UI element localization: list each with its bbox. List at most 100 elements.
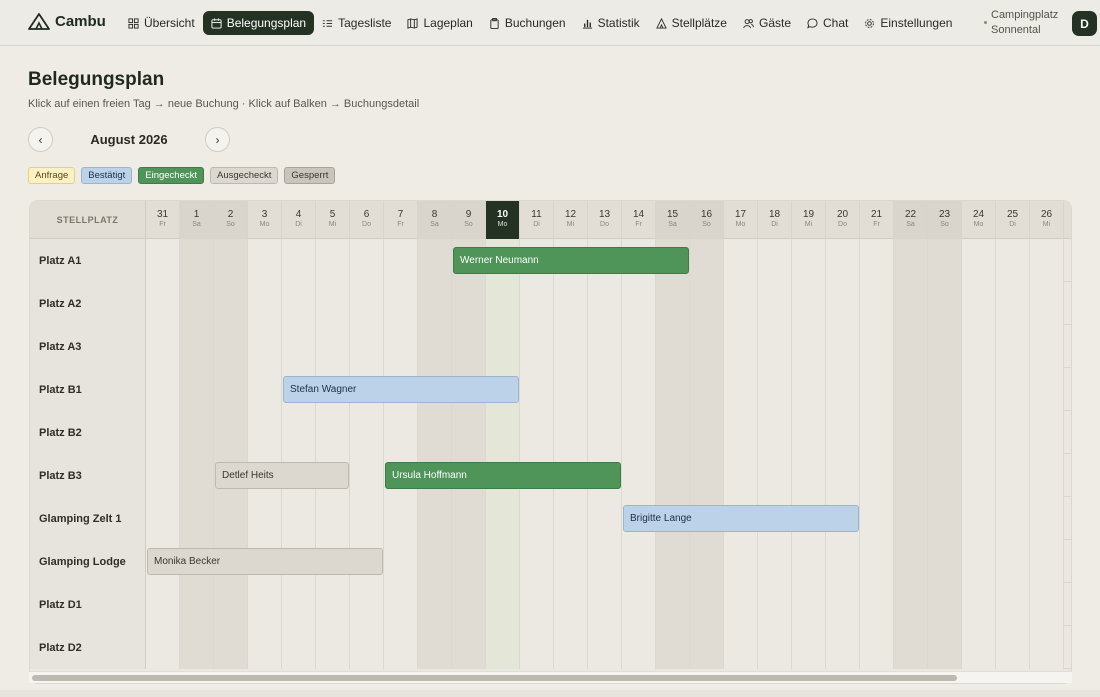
day-cell[interactable]: [656, 540, 690, 583]
day-cell[interactable]: [520, 626, 554, 669]
day-cell[interactable]: [486, 540, 520, 583]
day-cell[interactable]: [316, 282, 350, 325]
nav-item-3[interactable]: Tagesliste: [314, 11, 399, 35]
day-cell[interactable]: [146, 583, 180, 626]
day-cell[interactable]: [520, 540, 554, 583]
booking-bar[interactable]: Detlef Heits: [215, 462, 349, 489]
day-cell[interactable]: [418, 540, 452, 583]
day-cell[interactable]: [282, 282, 316, 325]
day-cell[interactable]: [690, 368, 724, 411]
day-cell[interactable]: [588, 626, 622, 669]
booking-bar[interactable]: Werner Neumann: [453, 247, 689, 274]
day-cell[interactable]: [928, 368, 962, 411]
day-cell[interactable]: [690, 583, 724, 626]
day-cell[interactable]: [996, 325, 1030, 368]
day-cell[interactable]: [214, 282, 248, 325]
day-cell[interactable]: [180, 282, 214, 325]
day-cell[interactable]: [146, 411, 180, 454]
day-cell[interactable]: [928, 454, 962, 497]
day-cell[interactable]: [860, 239, 894, 282]
day-cell[interactable]: [894, 626, 928, 669]
day-cell[interactable]: [146, 497, 180, 540]
day-cell[interactable]: [690, 239, 724, 282]
day-cell[interactable]: [1030, 411, 1064, 454]
day-cell[interactable]: [962, 497, 996, 540]
day-cell[interactable]: [418, 497, 452, 540]
day-cell[interactable]: [758, 239, 792, 282]
day-cell[interactable]: [588, 540, 622, 583]
day-cell[interactable]: [826, 454, 860, 497]
booking-bar[interactable]: Stefan Wagner: [283, 376, 519, 403]
day-cell[interactable]: [622, 368, 656, 411]
day-cell[interactable]: [214, 626, 248, 669]
day-cell[interactable]: [996, 411, 1030, 454]
day-cell[interactable]: [486, 497, 520, 540]
day-cell[interactable]: [894, 497, 928, 540]
day-cell[interactable]: [384, 497, 418, 540]
day-cell[interactable]: [418, 411, 452, 454]
day-cell[interactable]: [282, 583, 316, 626]
day-cell[interactable]: [656, 626, 690, 669]
day-cell[interactable]: [996, 368, 1030, 411]
day-cell[interactable]: [860, 497, 894, 540]
app-logo[interactable]: Cambu: [28, 12, 106, 30]
day-cell[interactable]: [826, 626, 860, 669]
day-cell[interactable]: [894, 583, 928, 626]
day-cell[interactable]: [860, 583, 894, 626]
day-cell[interactable]: [554, 583, 588, 626]
day-cell[interactable]: [384, 583, 418, 626]
day-cell[interactable]: [486, 626, 520, 669]
day-cell[interactable]: [452, 411, 486, 454]
day-cell[interactable]: [214, 368, 248, 411]
day-cell[interactable]: [248, 411, 282, 454]
day-cell[interactable]: [452, 282, 486, 325]
day-cell[interactable]: [792, 239, 826, 282]
day-cell[interactable]: [248, 368, 282, 411]
day-cell[interactable]: [180, 583, 214, 626]
day-cell[interactable]: [1030, 368, 1064, 411]
day-cell[interactable]: [894, 325, 928, 368]
day-cell[interactable]: [180, 626, 214, 669]
day-cell[interactable]: [758, 626, 792, 669]
day-cell[interactable]: [520, 497, 554, 540]
day-cell[interactable]: [214, 325, 248, 368]
day-cell[interactable]: [724, 454, 758, 497]
day-cell[interactable]: [282, 497, 316, 540]
day-cell[interactable]: [690, 540, 724, 583]
day-cell[interactable]: [622, 540, 656, 583]
day-cell[interactable]: [248, 239, 282, 282]
day-cell[interactable]: [214, 583, 248, 626]
day-cell[interactable]: [588, 497, 622, 540]
day-cell[interactable]: [690, 454, 724, 497]
scrollbar-thumb[interactable]: [32, 675, 957, 681]
day-cell[interactable]: [758, 282, 792, 325]
day-cell[interactable]: [656, 583, 690, 626]
day-cell[interactable]: [418, 239, 452, 282]
day-cell[interactable]: [928, 497, 962, 540]
day-cell[interactable]: [826, 583, 860, 626]
nav-item-4[interactable]: Lageplan: [399, 11, 480, 35]
day-cell[interactable]: [486, 411, 520, 454]
day-cell[interactable]: [588, 282, 622, 325]
day-cell[interactable]: [860, 540, 894, 583]
day-cell[interactable]: [928, 583, 962, 626]
nav-item-2[interactable]: Belegungsplan: [202, 11, 315, 35]
day-cell[interactable]: [384, 540, 418, 583]
day-cell[interactable]: [282, 626, 316, 669]
day-cell[interactable]: [724, 583, 758, 626]
day-cell[interactable]: [826, 325, 860, 368]
day-cell[interactable]: [792, 540, 826, 583]
day-cell[interactable]: [588, 368, 622, 411]
day-cell[interactable]: [792, 626, 826, 669]
day-cell[interactable]: [622, 411, 656, 454]
day-cell[interactable]: [350, 583, 384, 626]
day-cell[interactable]: [826, 540, 860, 583]
day-cell[interactable]: [554, 540, 588, 583]
day-cell[interactable]: [248, 497, 282, 540]
day-cell[interactable]: [248, 325, 282, 368]
day-cell[interactable]: [350, 239, 384, 282]
day-cell[interactable]: [622, 282, 656, 325]
day-cell[interactable]: [554, 411, 588, 454]
day-cell[interactable]: [282, 239, 316, 282]
day-cell[interactable]: [996, 282, 1030, 325]
